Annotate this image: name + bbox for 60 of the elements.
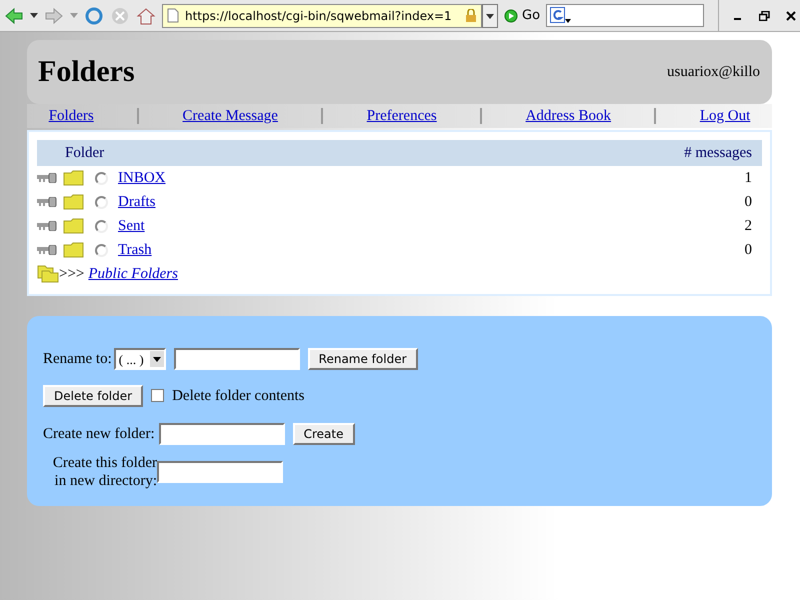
page-title: Folders [38,54,135,90]
restore-icon[interactable] [759,10,770,20]
directory-label: Create this folder in new directory: [52,454,157,490]
back-icon[interactable] [4,6,24,24]
rename-button[interactable]: Rename folder [308,348,418,370]
forward-icon[interactable] [44,6,64,24]
home-icon[interactable] [136,6,156,26]
nav-link[interactable]: Create Message [182,104,278,128]
create-button[interactable]: Create [292,423,354,446]
folder-link[interactable]: Sent [118,214,145,238]
folder-link[interactable]: Drafts [118,190,156,214]
checkbox[interactable] [151,389,164,402]
key-icon [37,197,57,207]
folder-name-field[interactable] [158,423,285,446]
search-engine-icon[interactable] [550,6,572,24]
lock-icon [465,8,477,22]
nav-link[interactable]: Preferences [366,104,437,128]
checkbox-label: Delete folder contents [172,386,305,406]
message-count: 1 [744,168,752,188]
radio-button[interactable] [95,196,108,208]
close-icon[interactable] [786,10,796,20]
dropdown-icon[interactable] [30,12,38,18]
key-icon [37,245,57,255]
go-icon[interactable] [504,8,518,22]
nav-link[interactable]: Folders [48,104,94,128]
directory-field[interactable] [157,460,283,482]
radio-button[interactable] [95,244,108,256]
go-button[interactable]: Go [504,6,540,26]
key-icon [37,221,57,231]
folder-select[interactable]: ( ... ) [114,348,166,370]
folder-link[interactable]: INBOX [118,166,166,190]
rename-field[interactable] [174,348,300,370]
dropdown-icon[interactable] [482,4,498,28]
key-icon [37,173,57,183]
public-folders-link[interactable]: Public Folders [88,262,178,286]
user-name: usuariox@killo [667,62,760,82]
url-field[interactable]: https://localhost/cgi-bin/sqwebmail?index=1 [162,4,482,28]
public-prefix: >>> [59,264,84,284]
folder-icon [63,242,85,258]
folder-icon [63,194,85,210]
create-label: Create new folder: [43,425,155,444]
folders-icon [37,265,59,283]
column-header: Folder [65,144,104,163]
rename-label: Rename to: [43,350,112,369]
nav-link[interactable]: Log Out [700,104,750,128]
nav-link[interactable]: Address Book [526,104,612,128]
search-field[interactable] [546,4,704,27]
delete-button[interactable]: Delete folder [43,384,144,407]
message-count: 0 [744,192,752,212]
radio-button[interactable] [95,220,108,232]
reload-icon[interactable] [84,6,104,26]
page-icon [167,8,179,23]
dropdown-icon [150,351,164,368]
folder-icon [63,218,85,234]
folder-link[interactable]: Trash [118,238,152,262]
column-header: # messages [684,144,752,163]
folder-icon [63,170,85,186]
radio-button[interactable] [95,172,108,184]
message-count: 0 [744,240,752,260]
message-count: 2 [744,216,752,236]
